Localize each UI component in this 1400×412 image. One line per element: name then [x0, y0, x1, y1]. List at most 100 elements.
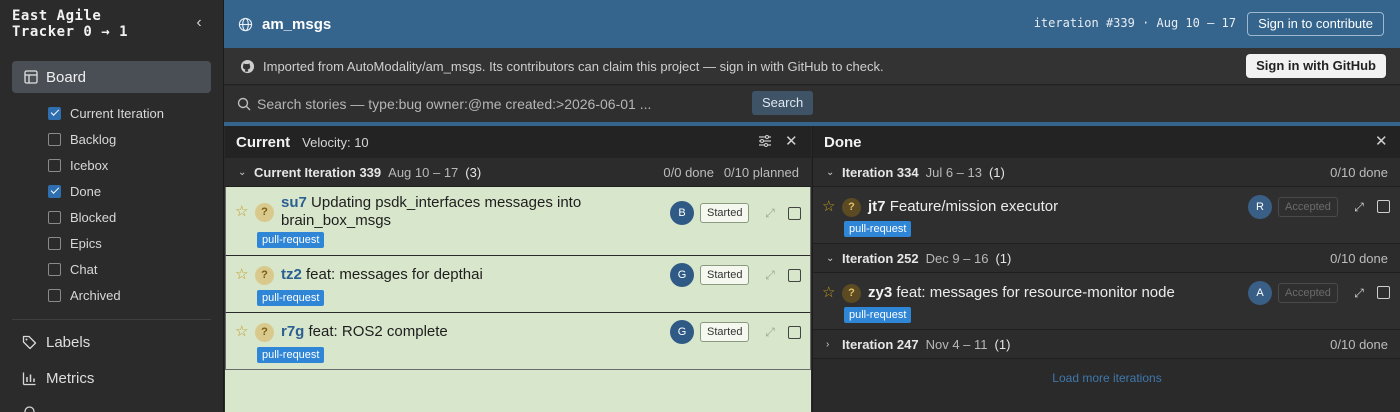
- github-icon: [240, 59, 255, 73]
- filter-done[interactable]: Done: [48, 178, 164, 204]
- story-row[interactable]: ☆ ? su7 Updating psdk_interfaces message…: [225, 187, 811, 256]
- story-row[interactable]: ☆ ? jt7 Feature/mission executor pull-re…: [813, 187, 1400, 244]
- panel-title: Done: [824, 133, 862, 151]
- iteration-dates: Dec 9 – 16: [925, 250, 989, 266]
- sign-in-with-github-button[interactable]: Sign in with GitHub: [1246, 54, 1386, 78]
- chevron-down-icon[interactable]: ⌄: [826, 253, 836, 264]
- panel-filters: Current Iteration Backlog Icebox Done Bl…: [48, 100, 164, 308]
- sidebar-item-settings-partial[interactable]: [22, 404, 46, 412]
- close-icon[interactable]: ✕: [785, 134, 798, 150]
- close-icon[interactable]: ✕: [1375, 134, 1388, 150]
- story-id: zy3: [868, 284, 893, 301]
- iteration-count: (1): [988, 164, 1005, 180]
- story-title[interactable]: r7g feat: ROS2 complete: [281, 323, 448, 341]
- iteration-info: iteration #339 · Aug 10 – 17: [1033, 16, 1236, 30]
- iteration-done: 0/10 done: [1330, 164, 1388, 180]
- expand-icon[interactable]: ⤢: [763, 206, 777, 220]
- estimate-badge[interactable]: ?: [255, 323, 274, 342]
- select-checkbox[interactable]: [1377, 286, 1390, 299]
- search-button[interactable]: Search: [752, 91, 814, 115]
- brand-logo[interactable]: East Agile Tracker 0 → 1: [12, 8, 128, 40]
- current-panel-header: Current Velocity: 10 ✕: [225, 126, 811, 158]
- filter-checkbox[interactable]: [48, 184, 61, 198]
- story-title[interactable]: zy3 feat: messages for resource-monitor …: [868, 284, 1175, 302]
- select-checkbox[interactable]: [788, 207, 801, 220]
- collapse-sidebar-chevron-left-icon[interactable]: ‹: [190, 14, 208, 32]
- filter-checkbox[interactable]: [48, 210, 61, 224]
- filter-checkbox[interactable]: [48, 158, 61, 172]
- star-icon[interactable]: ☆: [235, 324, 249, 339]
- star-icon[interactable]: ☆: [822, 285, 836, 300]
- filter-chat[interactable]: Chat: [48, 256, 164, 282]
- filter-checkbox[interactable]: [48, 236, 61, 250]
- estimate-badge[interactable]: ?: [255, 266, 274, 285]
- chevron-right-icon[interactable]: ›: [826, 339, 836, 350]
- sidebar-item-labels[interactable]: Labels: [22, 334, 90, 351]
- iteration-header[interactable]: ⌄ Iteration 252 Dec 9 – 16 (1) 0/10 done: [813, 244, 1400, 273]
- iteration-header[interactable]: › Iteration 247 Nov 4 – 11 (1) 0/10 done: [813, 330, 1400, 359]
- search-input[interactable]: [257, 92, 743, 116]
- filter-archived[interactable]: Archived: [48, 282, 164, 308]
- story-title[interactable]: jt7 Feature/mission executor: [868, 198, 1058, 216]
- estimate-badge[interactable]: ?: [842, 198, 861, 217]
- label-tag[interactable]: pull-request: [257, 347, 325, 363]
- filter-sliders-icon[interactable]: [758, 134, 772, 152]
- iteration-header[interactable]: ⌄ Current Iteration 339 Aug 10 – 17 (3) …: [225, 158, 811, 187]
- expand-icon[interactable]: ⤢: [763, 325, 777, 339]
- select-checkbox[interactable]: [1377, 200, 1390, 213]
- iteration-name: Iteration 247: [842, 336, 919, 352]
- filter-checkbox[interactable]: [48, 106, 61, 120]
- select-checkbox[interactable]: [788, 269, 801, 282]
- state-button[interactable]: Started: [700, 203, 750, 223]
- story-row[interactable]: ☆ ? r7g feat: ROS2 complete pull-request…: [225, 313, 811, 370]
- filter-epics[interactable]: Epics: [48, 230, 164, 256]
- state-button[interactable]: Accepted: [1278, 197, 1338, 217]
- import-notice-text: Imported from AutoModality/am_msgs. Its …: [263, 58, 884, 74]
- avatar: A: [1248, 281, 1272, 305]
- filter-label: Backlog: [70, 131, 117, 147]
- story-row[interactable]: ☆ ? tz2 feat: messages for depthai pull-…: [225, 256, 811, 313]
- filter-current-iteration[interactable]: Current Iteration: [48, 100, 164, 126]
- sidebar-item-label: Labels: [46, 334, 91, 351]
- star-icon[interactable]: ☆: [235, 204, 249, 219]
- project-title[interactable]: am_msgs: [238, 16, 331, 33]
- label-tag[interactable]: pull-request: [257, 232, 325, 248]
- state-button[interactable]: Started: [700, 265, 750, 285]
- chevron-down-icon[interactable]: ⌄: [826, 167, 836, 178]
- project-header: am_msgs iteration #339 · Aug 10 – 17 Sig…: [224, 0, 1400, 48]
- load-more-iterations-link[interactable]: Load more iterations: [813, 371, 1400, 385]
- filter-checkbox[interactable]: [48, 288, 61, 302]
- iteration-dates: Jul 6 – 13: [925, 164, 982, 180]
- filter-blocked[interactable]: Blocked: [48, 204, 164, 230]
- label-tag[interactable]: pull-request: [257, 290, 325, 306]
- filter-checkbox[interactable]: [48, 132, 61, 146]
- star-icon[interactable]: ☆: [235, 267, 249, 282]
- story-id: r7g: [281, 323, 305, 340]
- expand-icon[interactable]: ⤢: [1352, 200, 1366, 214]
- filter-backlog[interactable]: Backlog: [48, 126, 164, 152]
- avatar: B: [670, 201, 694, 225]
- done-panel: Done ✕ ⌄ Iteration 334 Jul 6 – 13 (1) 0/…: [812, 126, 1400, 412]
- star-icon[interactable]: ☆: [822, 199, 836, 214]
- story-title[interactable]: su7 Updating psdk_interfaces messages in…: [281, 194, 611, 230]
- label-tag[interactable]: pull-request: [844, 221, 912, 237]
- label-tag[interactable]: pull-request: [844, 307, 912, 323]
- select-checkbox[interactable]: [788, 326, 801, 339]
- filter-checkbox[interactable]: [48, 262, 61, 276]
- sidebar-item-board[interactable]: Board: [12, 61, 211, 93]
- story-row[interactable]: ☆ ? zy3 feat: messages for resource-moni…: [813, 273, 1400, 330]
- expand-icon[interactable]: ⤢: [763, 268, 777, 282]
- state-button[interactable]: Accepted: [1278, 283, 1338, 303]
- estimate-badge[interactable]: ?: [842, 284, 861, 303]
- estimate-badge[interactable]: ?: [255, 203, 274, 222]
- state-button[interactable]: Started: [700, 322, 750, 342]
- gear-icon: [24, 406, 35, 412]
- sign-in-to-contribute-button[interactable]: Sign in to contribute: [1247, 12, 1384, 36]
- chevron-down-icon[interactable]: ⌄: [238, 167, 248, 178]
- velocity: Velocity: 10: [302, 134, 369, 150]
- filter-icebox[interactable]: Icebox: [48, 152, 164, 178]
- iteration-header[interactable]: ⌄ Iteration 334 Jul 6 – 13 (1) 0/10 done: [813, 158, 1400, 187]
- sidebar-item-metrics[interactable]: Metrics: [22, 370, 94, 387]
- story-title[interactable]: tz2 feat: messages for depthai: [281, 266, 483, 284]
- expand-icon[interactable]: ⤢: [1352, 286, 1366, 300]
